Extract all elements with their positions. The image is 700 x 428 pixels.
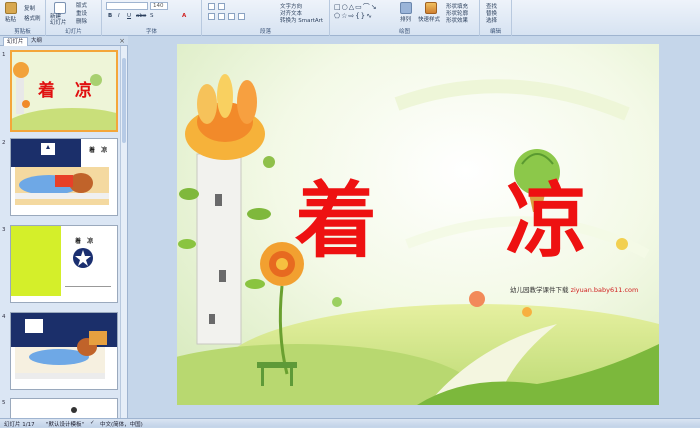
font-group: 140 B I U abe S A 字体 [102,0,202,36]
current-slide[interactable]: 着 凉 幼儿园教学课件下载 ziyuan.baby611.com [177,44,659,405]
ribbon: 粘贴 复制 格式刷 剪贴板 新建 幻灯片 版式 重设 删除 幻灯片 140 B … [0,0,700,36]
slides-label: 幻灯片 [65,29,82,35]
editing-label: 编辑 [489,29,501,35]
quick-styles-button[interactable]: 快速样式 [418,15,440,23]
slide-number: 4 [2,314,6,320]
shapes-gallery[interactable]: □○△▭⌒↘ [334,2,378,12]
bold-button[interactable]: B [108,13,112,19]
numbering-icon[interactable] [218,3,225,10]
slide-thumbnail-4[interactable] [10,312,118,390]
italic-button[interactable]: I [118,13,120,19]
delete-button[interactable]: 删除 [76,17,87,25]
new-slide-icon[interactable] [54,2,66,14]
format-painter-button[interactable]: 格式刷 [24,14,41,22]
font-color-button[interactable]: A [182,13,186,19]
watermark-prefix: 幼儿园教学课件下载 [510,286,569,294]
paste-icon[interactable] [5,2,17,14]
clipboard-group: 粘贴 复制 格式刷 剪贴板 [0,0,46,36]
quick-styles-icon[interactable] [425,2,437,14]
strikethrough-button[interactable]: abe [136,13,146,19]
spellcheck-icon[interactable]: ✓ [90,420,95,426]
paste-button[interactable]: 粘贴 [5,15,16,23]
status-bar: 幻灯片 1/17 "默认设计模板" ✓ 中文(简体，中国) [0,418,700,428]
underline-button[interactable]: U [127,13,131,19]
thumb4-artwork [11,313,117,389]
new-slide-button[interactable]: 新建 幻灯片 [50,14,67,26]
panel-close-icon[interactable]: × [119,37,125,45]
layout-button[interactable]: 版式 [76,1,87,9]
paragraph-label: 段落 [259,29,271,35]
thumb3-title: 着 凉 [75,238,96,245]
slide-number: 1 [2,52,6,58]
font-label: 字体 [145,29,157,35]
tab-outline[interactable]: 大纲 [28,37,45,46]
select-button[interactable]: 选择 [486,16,497,24]
slide-editor: 着 凉 幼儿园教学课件下载 ziyuan.baby611.com [129,36,700,418]
editing-group: 查找 替换 选择 编辑 [480,0,512,36]
align-center-icon[interactable] [218,13,225,20]
thumb1-title: 着 凉 [38,81,99,101]
copy-button[interactable]: 复制 [24,4,35,12]
smartart-button[interactable]: 转换为 SmartArt [280,16,323,24]
watermark-url: ziyuan.baby611.com [570,286,639,294]
slide-number: 2 [2,140,6,146]
slide-number: 3 [2,227,6,233]
bullets-icon[interactable] [208,3,215,10]
shape-effects-button[interactable]: 形状效果 [446,16,468,24]
align-left-icon[interactable] [208,13,215,20]
slide-thumbnail-2[interactable]: 着 凉 [10,138,118,216]
clipboard-label: 剪贴板 [14,29,31,35]
font-size-field[interactable]: 140 [150,2,168,10]
font-name-field[interactable] [106,2,148,10]
panel-scrollbar[interactable] [120,46,127,418]
arrange-button[interactable]: 排列 [400,15,411,23]
tab-slides[interactable]: 幻灯片 [3,37,28,46]
slide-watermark: 幼儿园教学课件下载 ziyuan.baby611.com [510,284,638,294]
slides-group: 新建 幻灯片 版式 重设 删除 幻灯片 [46,0,102,36]
panel-scroll-thumb[interactable] [122,58,126,143]
justify-icon[interactable] [238,13,245,20]
shapes-gallery-row2[interactable]: ⬠☆⇨{}∿ [334,12,373,20]
reset-button[interactable]: 重设 [76,9,87,17]
arrange-icon[interactable] [400,2,412,14]
slide-thumbnail-3[interactable]: 着 凉 [10,225,118,303]
thumb5-artwork [71,407,77,413]
align-right-icon[interactable] [228,13,235,20]
slide-title[interactable]: 着 凉 [295,154,638,273]
paragraph-group: 文字方向 对齐文本 转换为 SmartArt 段落 [202,0,330,36]
slide-thumbnail-5[interactable] [10,398,118,418]
drawing-group: □○△▭⌒↘ ⬠☆⇨{}∿ 排列 快速样式 形状填充 形状轮廓 形状效果 绘图 [330,0,480,36]
slides-panel: 幻灯片 大纲 × 1 着 凉 2 着 凉 3 着 凉 4 5 [0,36,128,418]
slide-number: 5 [2,400,6,406]
thumb3-artwork [11,226,117,302]
shadow-button[interactable]: S [150,13,154,19]
panel-tabs: 幻灯片 大纲 × [0,36,128,46]
slide-thumbnail-1[interactable]: 着 凉 [10,50,118,132]
thumb2-title: 着 凉 [89,147,110,154]
drawing-label: 绘图 [398,29,410,35]
